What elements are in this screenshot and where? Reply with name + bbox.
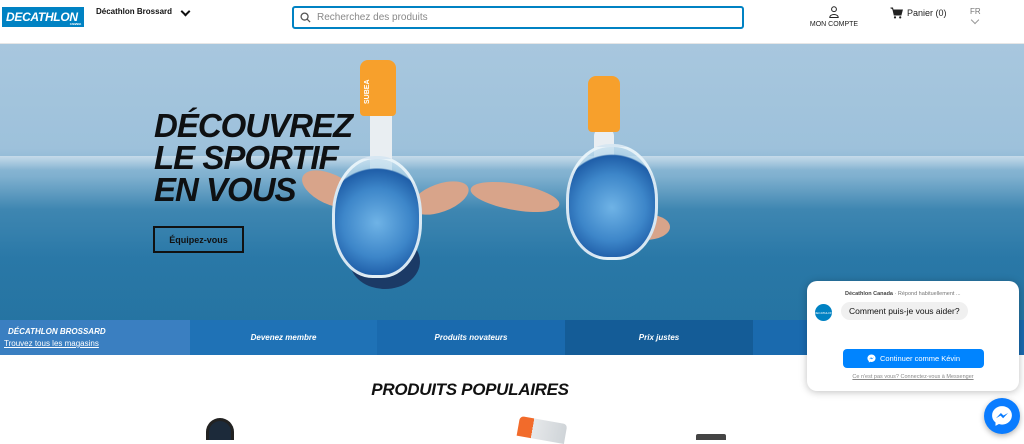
hero-title-line: DÉCOUVREZ — [154, 107, 353, 144]
hero-title: DÉCOUVREZ LE SPORTIF EN VOUS — [154, 107, 353, 208]
snorkeler-right — [468, 74, 690, 294]
find-stores-link[interactable]: Trouvez tous les magasins — [4, 339, 99, 348]
avatar-text: DECATHLON — [814, 310, 833, 315]
decathlon-logo[interactable]: DECATHLON CANADA — [2, 7, 84, 27]
chevron-down-icon — [180, 8, 190, 16]
page-avatar: DECATHLON — [814, 304, 833, 321]
store-selector[interactable]: Décathlon Brossard — [96, 7, 190, 16]
chat-response-note: · Répond habituellement ... — [894, 291, 961, 297]
search-bar[interactable] — [292, 6, 744, 29]
strip-item-prices[interactable]: Prix justes — [565, 320, 753, 355]
account-label: MON COMPTE — [809, 21, 859, 28]
language-selector[interactable]: FR — [970, 7, 981, 25]
language-label: FR — [970, 7, 981, 16]
cart-button[interactable]: Panier (0) — [890, 7, 947, 19]
messenger-icon — [992, 406, 1012, 426]
logo-text: DECATHLON — [6, 10, 78, 24]
strip-item-innovation[interactable]: Produits novateurs — [377, 320, 565, 355]
chat-page-name: Décathlon Canada — [845, 291, 893, 297]
strip-item-label: Prix justes — [638, 333, 680, 342]
product-thumbnail[interactable] — [206, 418, 234, 440]
cart-icon — [890, 7, 903, 19]
continue-label: Continuer comme Kévin — [879, 354, 961, 363]
popular-products-title: PRODUITS POPULAIRES — [371, 380, 569, 399]
header: DECATHLON CANADA Décathlon Brossard MON … — [0, 0, 1024, 44]
strip-item-label: Devenez membre — [250, 333, 317, 342]
chat-meta: Décathlon Canada · Répond habituellement… — [845, 291, 961, 297]
hero-title-line: EN VOUS — [154, 171, 297, 208]
user-icon — [829, 6, 839, 18]
store-name: Décathlon Brossard — [96, 7, 173, 16]
snorkel-mask-right — [566, 144, 658, 260]
account-button[interactable]: MON COMPTE — [806, 6, 862, 28]
hero-banner[interactable]: SUBEA DÉCOUVREZ LE SPORTIF EN VOUS Équip… — [0, 44, 1024, 320]
snorkel-top-right — [588, 76, 620, 132]
hero-title-line: LE SPORTIF — [154, 139, 339, 176]
snorkel-brand: SUBEA — [364, 79, 371, 104]
chevron-down-icon — [971, 15, 980, 25]
search-input[interactable] — [317, 12, 717, 23]
continue-as-button[interactable]: Continuer comme Kévin — [843, 349, 984, 368]
chat-popup[interactable]: DECATHLON Décathlon Canada · Répond habi… — [807, 281, 1019, 391]
chat-message: Comment puis-je vous aider? — [841, 302, 968, 320]
logo-subtext: CANADA — [69, 22, 82, 26]
store-info: DÉCATHLON BROSSARD Trouvez tous les maga… — [0, 320, 190, 355]
search-icon — [300, 12, 311, 23]
store-title: DÉCATHLON BROSSARD — [8, 327, 106, 336]
not-you-link[interactable]: Ce n'est pas vous? Connectez-vous à Mess… — [807, 374, 1019, 380]
snorkel-top-left: SUBEA — [360, 60, 396, 116]
messenger-launcher[interactable] — [984, 398, 1020, 434]
cart-label: Panier (0) — [907, 8, 947, 18]
strip-item-label: Produits novateurs — [434, 333, 508, 342]
strip-item-membership[interactable]: Devenez membre — [190, 320, 377, 355]
equip-button[interactable]: Équipez-vous — [153, 226, 244, 253]
product-thumbnail[interactable] — [696, 434, 726, 440]
messenger-icon — [867, 354, 876, 363]
